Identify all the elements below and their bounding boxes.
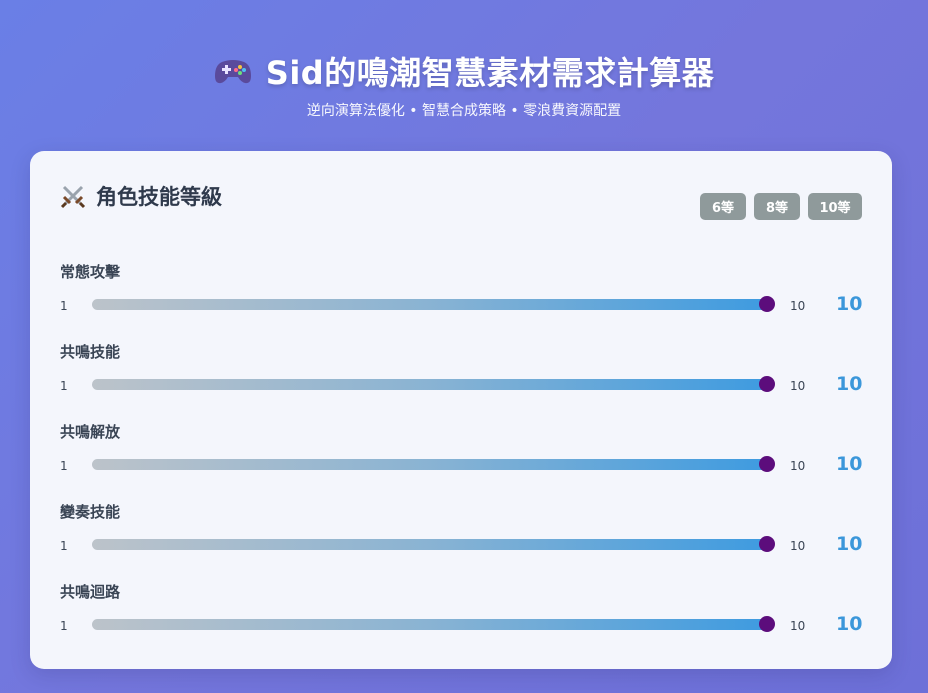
skill-value: 10 xyxy=(836,613,863,635)
skill-name: 常態攻擊 xyxy=(60,263,121,281)
skill-value: 10 xyxy=(836,373,863,395)
slider-min-label: 1 xyxy=(60,619,68,633)
page-subtitle: 逆向演算法優化 • 智慧合成策略 • 零浪費資源配置 xyxy=(306,103,622,119)
slider-thumb[interactable] xyxy=(759,376,775,392)
skill-name: 共鳴迴路 xyxy=(60,583,121,601)
slider-max-label: 10 xyxy=(790,299,806,313)
skill-row-resonance-skill: 共鳴技能 1 10 10 xyxy=(30,341,892,421)
crossed-swords-icon xyxy=(60,183,86,209)
slider-thumb[interactable] xyxy=(759,296,775,312)
skill-slider[interactable] xyxy=(92,539,768,550)
level-8-button[interactable]: 8等 xyxy=(754,193,800,220)
level-10-button[interactable]: 10等 xyxy=(808,193,862,220)
slider-max-label: 10 xyxy=(790,459,806,473)
slider-max-label: 10 xyxy=(790,619,806,633)
slider-max-label: 10 xyxy=(790,379,806,393)
skill-value: 10 xyxy=(836,453,863,475)
slider-min-label: 1 xyxy=(60,299,68,313)
skill-row-forte-circuit: 共鳴迴路 1 10 10 xyxy=(30,581,892,661)
slider-thumb[interactable] xyxy=(759,536,775,552)
skill-value: 10 xyxy=(836,533,863,555)
header: Sid的鳴潮智慧素材需求計算器 逆向演算法優化 • 智慧合成策略 • 零浪費資源… xyxy=(0,48,928,120)
page-title: Sid的鳴潮智慧素材需求計算器 xyxy=(265,54,715,92)
skill-row-intro-skill: 變奏技能 1 10 10 xyxy=(30,501,892,581)
skill-name: 共鳴技能 xyxy=(60,343,121,361)
skill-slider[interactable] xyxy=(92,459,768,470)
skill-name: 變奏技能 xyxy=(60,503,121,521)
skill-slider[interactable] xyxy=(92,619,768,630)
skill-value: 10 xyxy=(836,293,863,315)
slider-min-label: 1 xyxy=(60,459,68,473)
card-title: 角色技能等級 xyxy=(96,185,222,209)
slider-max-label: 10 xyxy=(790,539,806,553)
skill-slider[interactable] xyxy=(92,299,768,310)
card-header: 角色技能等級 xyxy=(60,181,222,211)
skill-row-resonance-liberation: 共鳴解放 1 10 10 xyxy=(30,421,892,501)
slider-thumb[interactable] xyxy=(759,456,775,472)
skill-row-normal-attack: 常態攻擊 1 10 10 xyxy=(30,261,892,341)
skill-slider[interactable] xyxy=(92,379,768,390)
slider-min-label: 1 xyxy=(60,539,68,553)
slider-min-label: 1 xyxy=(60,379,68,393)
skill-name: 共鳴解放 xyxy=(60,423,121,441)
slider-thumb[interactable] xyxy=(759,616,775,632)
level-preset-buttons: 6等 8等 10等 xyxy=(700,193,862,220)
skill-level-card: 角色技能等級 6等 8等 10等 常態攻擊 1 10 10 共鳴技能 1 10 … xyxy=(30,151,892,669)
title-row: Sid的鳴潮智慧素材需求計算器 xyxy=(0,48,928,94)
gamepad-icon xyxy=(214,56,252,86)
level-6-button[interactable]: 6等 xyxy=(700,193,746,220)
